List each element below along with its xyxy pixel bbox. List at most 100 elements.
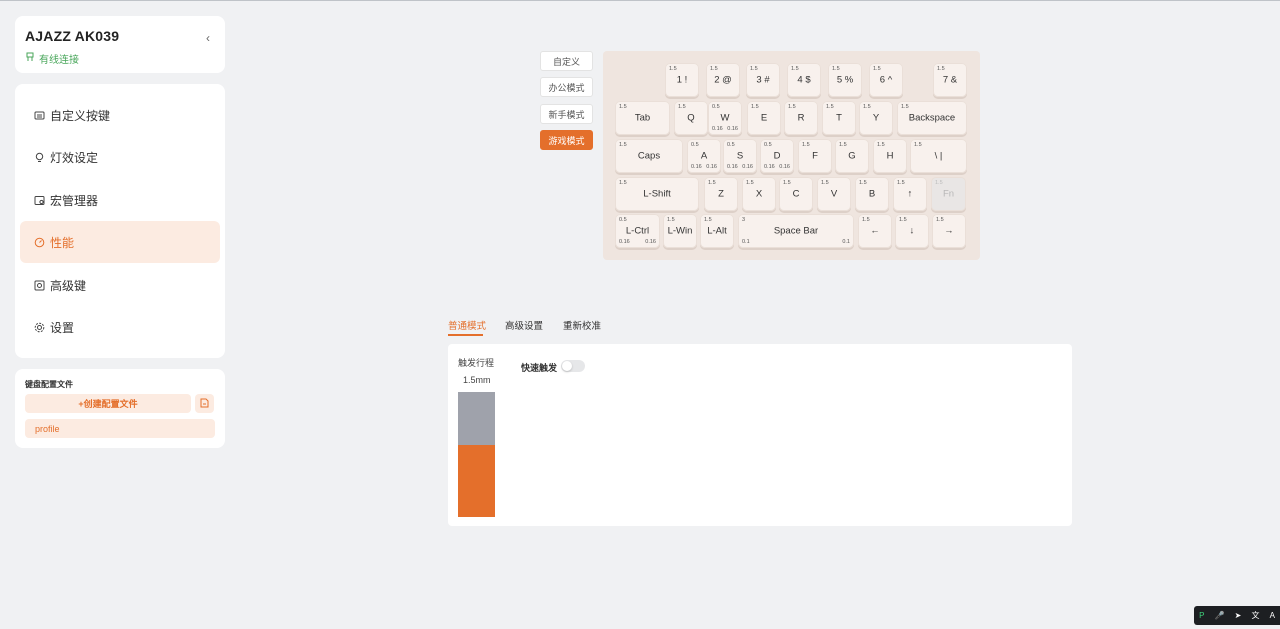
key-l-ctrl[interactable]: L-Ctrl 0.5 0.16 0.16 (615, 214, 660, 248)
bulb-icon (33, 151, 45, 163)
key-travel-value: 0.16 (712, 126, 723, 132)
tray-item-p[interactable]: P (1199, 611, 1204, 620)
key-[interactable]: → 1.5 (932, 214, 966, 248)
key-travel-value: 1.5 (746, 180, 754, 186)
key-[interactable]: ← 1.5 (858, 214, 892, 248)
sidebar-item-settings[interactable]: 设置 (20, 306, 220, 348)
create-profile-button[interactable]: +创建配置文件 (25, 394, 191, 413)
key-h[interactable]: H 1.5 (873, 139, 907, 173)
key-label: 3 # (756, 74, 770, 86)
key-space-bar[interactable]: Space Bar 3 0.1 0.1 (738, 214, 854, 248)
key-y[interactable]: Y 1.5 (859, 101, 893, 135)
key-z[interactable]: Z 1.5 (704, 177, 738, 211)
key-label: Q (687, 112, 695, 124)
key-travel-value: 1.5 (826, 104, 834, 110)
key-v[interactable]: V 1.5 (817, 177, 851, 211)
mode-custom-button[interactable]: 自定义 (540, 51, 593, 71)
key-[interactable]: ↓ 1.5 (895, 214, 929, 248)
key-travel-value: 1.5 (708, 180, 716, 186)
tab-normal-mode[interactable]: 普通模式 (448, 318, 486, 332)
key-a[interactable]: A 0.5 0.16 0.16 (687, 139, 721, 173)
collapse-sidebar-button[interactable]: ‹ (199, 29, 217, 47)
tray-item-send[interactable]: ➤ (1235, 611, 1242, 620)
key-travel-value: 1.5 (832, 66, 840, 72)
sidebar-item-macros[interactable]: 宏管理器 (20, 179, 220, 221)
key-3[interactable]: 3 #1.5 (746, 63, 780, 97)
key-q[interactable]: Q 1.5 (674, 101, 708, 135)
key-t[interactable]: T 1.5 (822, 101, 856, 135)
key-[interactable]: \ | 1.5 (910, 139, 967, 173)
key-b[interactable]: B 1.5 (855, 177, 889, 211)
key-label: L-Ctrl (625, 225, 650, 237)
trigger-travel-slider[interactable] (458, 392, 495, 517)
key-travel-value: 0.16 (742, 164, 753, 170)
key-r[interactable]: R 1.5 (784, 101, 818, 135)
key-travel-value: 1.5 (937, 66, 945, 72)
key-d[interactable]: D 0.5 0.16 0.16 (760, 139, 794, 173)
key-travel-value: 1.5 (802, 142, 810, 148)
tray-item-ime[interactable]: 文 (1251, 610, 1259, 621)
key-label: S (736, 150, 744, 162)
sidebar-item-custom-keys[interactable]: 自定义按键 (20, 94, 220, 136)
key-caps[interactable]: Caps 1.5 (615, 139, 683, 173)
profile-item[interactable]: profile (25, 419, 215, 438)
key-travel-value: 1.5 (619, 104, 627, 110)
trigger-travel-label: 触发行程 (458, 358, 495, 368)
key-travel-value: 0.5 (764, 142, 772, 148)
key-label: Caps (637, 150, 661, 162)
key-travel-value: 1.5 (936, 217, 944, 223)
key-label: 7 & (942, 74, 958, 86)
key-1[interactable]: 1 ! 1.5 (665, 63, 699, 97)
key-c[interactable]: C 1.5 (779, 177, 813, 211)
key-travel-value: 0.16 (727, 164, 738, 170)
key-travel-value: 1.5 (863, 104, 871, 110)
key-travel-value: 0.5 (619, 217, 627, 223)
key-fn[interactable]: Fn 1.5 (931, 177, 966, 211)
active-tab-indicator (448, 334, 483, 336)
key-f[interactable]: F 1.5 (798, 139, 832, 173)
key-w[interactable]: W 0.5 0.16 0.16 (708, 101, 742, 135)
key-label: → (944, 225, 954, 237)
key-2[interactable]: 2 @1.5 (706, 63, 740, 97)
key-travel-value: 1.5 (619, 142, 627, 148)
key-label: H (886, 150, 894, 162)
key-l-shift[interactable]: L-Shift 1.5 (615, 177, 699, 211)
key-travel-value: 1.5 (914, 142, 922, 148)
import-profile-button[interactable] (195, 394, 214, 413)
sidebar-item-lighting[interactable]: 灯效设定 (20, 136, 220, 178)
sidebar-item-performance[interactable]: 性能 (20, 221, 220, 263)
key-l-alt[interactable]: L-Alt 1.5 (700, 214, 734, 248)
mode-gaming-button[interactable]: 游戏模式 (540, 130, 593, 150)
key-label: L-Shift (643, 188, 671, 200)
key-label: 1 ! (676, 74, 688, 86)
mode-office-button[interactable]: 办公模式 (540, 77, 593, 97)
key-travel-value: 1.5 (619, 180, 627, 186)
tab-recalibrate[interactable]: 重新校准 (563, 318, 601, 332)
key-[interactable]: ↑ 1.5 (893, 177, 927, 211)
key-5[interactable]: 5 % 1.5 (828, 63, 862, 97)
key-label: L-Win (667, 225, 693, 237)
sidebar-item-advanced-keys[interactable]: 高级键 (20, 264, 220, 306)
key-g[interactable]: G 1.5 (835, 139, 869, 173)
key-backspace[interactable]: Backspace 1.5 (897, 101, 967, 135)
key-l-win[interactable]: L-Win 1.5 (663, 214, 697, 248)
key-travel-value: 0.5 (712, 104, 720, 110)
key-travel-value: 1.5 (897, 180, 905, 186)
tray-item-ai[interactable]: A (1270, 611, 1275, 620)
key-label: ↑ (907, 188, 913, 200)
key-7[interactable]: 7 & 1.5 (933, 63, 967, 97)
tab-advanced-settings[interactable]: 高级设置 (505, 318, 543, 332)
mode-beginner-button[interactable]: 新手模式 (540, 104, 593, 124)
key-x[interactable]: X 1.5 (742, 177, 776, 211)
key-travel-value: 1.5 (862, 217, 870, 223)
key-6[interactable]: 6 ^ 1.5 (869, 63, 903, 97)
key-s[interactable]: S 0.5 0.16 0.16 (723, 139, 757, 173)
key-label: R (797, 112, 805, 124)
key-label: B (868, 188, 876, 200)
key-travel-value: 1.5 (877, 142, 885, 148)
key-tab[interactable]: Tab 1.5 (615, 101, 670, 135)
tray-item-mic[interactable]: 🎤 (1215, 611, 1225, 620)
key-e[interactable]: E 1.5 (747, 101, 781, 135)
key-4[interactable]: 4 $1.5 (787, 63, 821, 97)
rapid-trigger-toggle[interactable] (561, 360, 585, 372)
